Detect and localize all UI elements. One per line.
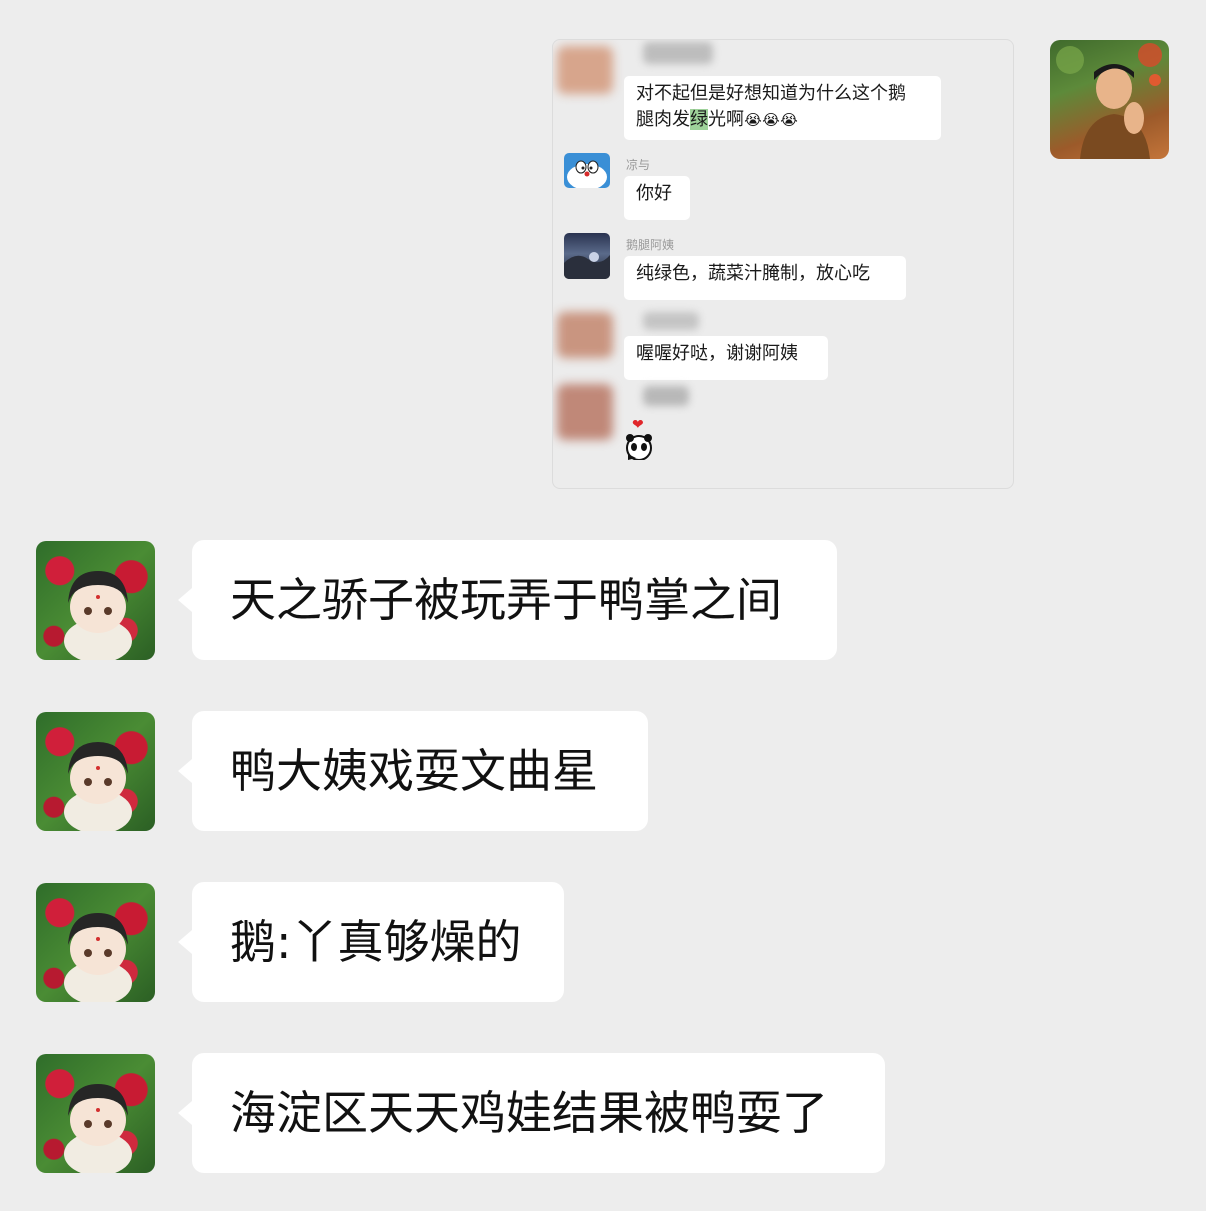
- blurred-name: [643, 386, 689, 406]
- message-bubble[interactable]: 天之骄子被玩弄于鸭掌之间: [178, 540, 837, 660]
- crying-emoji-icon: 😭: [762, 111, 780, 129]
- message-bubble[interactable]: 鸭大姨戏耍文曲星: [178, 711, 648, 831]
- highlight-text: 绿: [690, 109, 708, 130]
- message-bubble[interactable]: 海淀区天天鸡娃结果被鸭耍了: [178, 1053, 885, 1173]
- panda-sticker: ❤: [624, 418, 654, 460]
- blurred-avatar: [557, 312, 613, 358]
- blurred-name: [643, 42, 713, 64]
- chat-bubble: 纯绿色，蔬菜汁腌制，放心吃: [624, 256, 906, 300]
- doll-avatar-icon: [64, 571, 132, 660]
- chat-bubble: 你好: [624, 176, 690, 220]
- blurred-avatar: [557, 384, 613, 440]
- chat-bubble: 对不起但是好想知道为什么这个鹅 腿肉发绿光啊😭😭😭: [624, 76, 941, 140]
- sender-avatar[interactable]: [36, 1054, 155, 1173]
- message-bubble[interactable]: 鹅:丫真够燥的: [178, 882, 564, 1002]
- sender-name: 凉与: [626, 158, 651, 172]
- doll-avatar-icon: [64, 742, 132, 831]
- landscape-avatar: [564, 233, 610, 279]
- person-photo-icon: [1056, 43, 1162, 159]
- self-avatar[interactable]: [1050, 40, 1169, 159]
- crying-emoji-icon: 😭: [780, 111, 798, 129]
- shared-screenshot-image[interactable]: 对不起但是好想知道为什么这个鹅 腿肉发绿光啊😭😭😭 凉与 你好 鹅腿阿姨 纯绿色…: [552, 39, 1014, 489]
- doraemon-icon: [567, 160, 607, 188]
- blurred-avatar: [557, 46, 613, 94]
- chat-bubble: 喔喔好哒，谢谢阿姨: [624, 336, 828, 380]
- sender-avatar[interactable]: [36, 541, 155, 660]
- heart-icon: ❤: [632, 417, 644, 433]
- blurred-name: [643, 312, 699, 330]
- panda-icon: [626, 434, 652, 460]
- doll-avatar-icon: [64, 913, 132, 1002]
- doraemon-avatar: [564, 153, 610, 188]
- doll-avatar-icon: [64, 1084, 132, 1173]
- sender-name: 鹅腿阿姨: [626, 238, 675, 252]
- sender-avatar[interactable]: [36, 883, 155, 1002]
- landscape-icon: [564, 252, 610, 279]
- sender-avatar[interactable]: [36, 712, 155, 831]
- crying-emoji-icon: 😭: [744, 111, 762, 129]
